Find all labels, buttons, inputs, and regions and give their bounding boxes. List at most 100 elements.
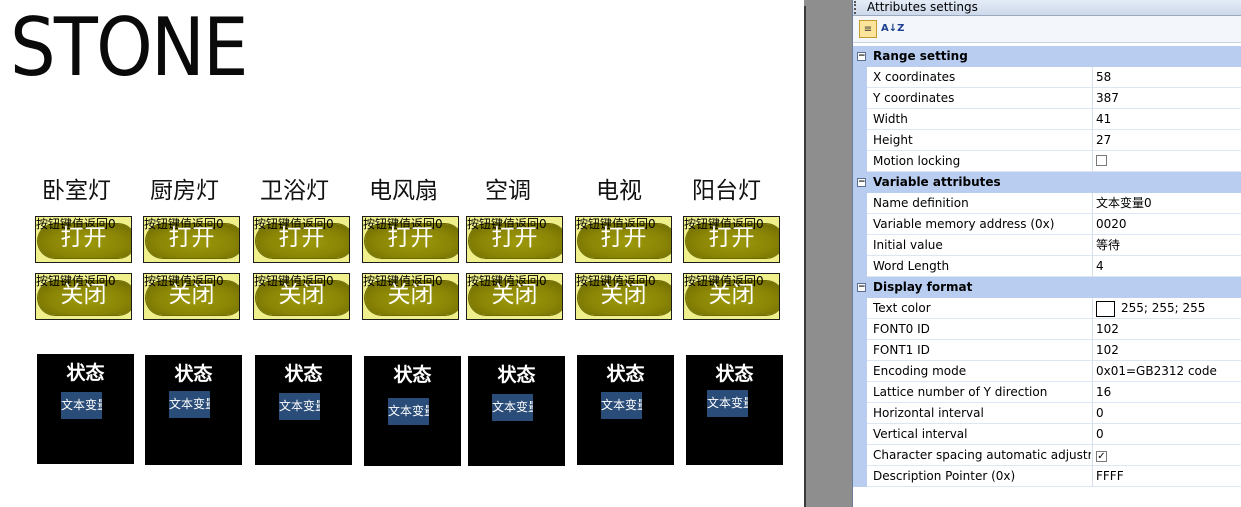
property-row[interactable]: Vertical interval 0 xyxy=(853,424,1241,445)
property-value-cell[interactable]: 0 xyxy=(1096,403,1104,423)
property-value[interactable]: 102 xyxy=(1096,343,1119,357)
open-button[interactable]: 按钮键值返回0 打开 xyxy=(362,216,459,263)
property-group[interactable]: − Variable attributes xyxy=(853,172,1241,193)
checkbox[interactable] xyxy=(1096,155,1107,166)
status-box[interactable]: 状态文本变量 xyxy=(686,355,783,465)
property-value[interactable]: 41 xyxy=(1096,112,1111,126)
text-variable[interactable]: 文本变量 xyxy=(707,390,748,417)
status-box[interactable]: 状态文本变量 xyxy=(364,356,461,466)
categorized-icon[interactable]: ≡ xyxy=(859,20,877,38)
property-value-cell[interactable]: 27 xyxy=(1096,130,1111,150)
text-variable[interactable]: 文本变量 xyxy=(279,393,320,420)
property-value-cell[interactable]: 0 xyxy=(1096,424,1104,444)
property-value-cell[interactable]: FFFF xyxy=(1096,466,1124,486)
close-button[interactable]: 按钮键值返回0 关闭 xyxy=(362,273,459,320)
property-row[interactable]: X coordinates 58 xyxy=(853,67,1241,88)
text-variable[interactable]: 文本变量 xyxy=(492,394,533,421)
property-value[interactable]: 58 xyxy=(1096,70,1111,84)
property-row[interactable]: Width 41 xyxy=(853,109,1241,130)
open-button[interactable]: 按钮键值返回0 打开 xyxy=(253,216,350,263)
property-row[interactable]: FONT0 ID 102 xyxy=(853,319,1241,340)
row-margin xyxy=(853,109,867,130)
close-button[interactable]: 按钮键值返回0 关闭 xyxy=(683,273,780,320)
property-value[interactable]: 文本变量0 xyxy=(1096,196,1152,210)
property-value-cell[interactable]: 4 xyxy=(1096,256,1104,276)
property-row[interactable]: Height 27 xyxy=(853,130,1241,151)
property-value[interactable]: 0 xyxy=(1096,427,1104,441)
property-value[interactable]: 387 xyxy=(1096,91,1119,105)
property-row[interactable]: Lattice number of Y direction 16 xyxy=(853,382,1241,403)
property-row[interactable]: Name definition 文本变量0 xyxy=(853,193,1241,214)
text-variable[interactable]: 文本变量 xyxy=(169,391,210,418)
open-button[interactable]: 按钮键值返回0 打开 xyxy=(575,216,672,263)
property-value-cell[interactable]: 58 xyxy=(1096,67,1111,87)
collapse-icon[interactable]: − xyxy=(857,52,866,61)
property-value[interactable]: 0x01=GB2312 code xyxy=(1096,364,1217,378)
open-button[interactable]: 按钮键值返回0 打开 xyxy=(683,216,780,263)
property-value[interactable]: 0020 xyxy=(1096,217,1127,231)
property-value-cell[interactable] xyxy=(1096,151,1107,172)
property-value-cell[interactable]: 102 xyxy=(1096,340,1119,360)
property-row[interactable]: Description Pointer (0x) FFFF xyxy=(853,466,1241,487)
row-margin xyxy=(853,256,867,277)
property-value-cell[interactable]: 16 xyxy=(1096,382,1111,402)
property-name: Width xyxy=(873,112,908,126)
property-value-cell[interactable]: 等待 xyxy=(1096,235,1120,255)
button-label: 打开 xyxy=(708,225,755,251)
property-row[interactable]: Encoding mode 0x01=GB2312 code xyxy=(853,361,1241,382)
property-value-cell[interactable]: 文本变量0 xyxy=(1096,193,1152,213)
sort-az-icon[interactable]: A↓Z xyxy=(881,20,904,38)
status-box[interactable]: 状态文本变量 xyxy=(255,355,352,465)
color-swatch[interactable] xyxy=(1096,300,1115,317)
property-value[interactable]: 等待 xyxy=(1096,238,1120,252)
text-variable[interactable]: 文本变量 xyxy=(388,398,429,425)
close-button[interactable]: 按钮键值返回0 关闭 xyxy=(253,273,350,320)
property-value-cell[interactable]: ✓ xyxy=(1096,445,1107,465)
property-value[interactable]: 4 xyxy=(1096,259,1104,273)
close-button[interactable]: 按钮键值返回0 关闭 xyxy=(143,273,240,320)
property-group[interactable]: − Range setting xyxy=(853,46,1241,67)
property-value: 255; 255; 255 xyxy=(1121,301,1206,315)
property-value-cell[interactable]: 255; 255; 255 xyxy=(1096,298,1205,318)
property-group[interactable]: − Display format xyxy=(853,277,1241,298)
close-button[interactable]: 按钮键值返回0 关闭 xyxy=(35,273,132,320)
grip-icon[interactable] xyxy=(854,1,858,14)
property-value-cell[interactable]: 102 xyxy=(1096,319,1119,339)
status-label: 状态 xyxy=(174,363,213,385)
property-value-cell[interactable]: 0x01=GB2312 code xyxy=(1096,361,1217,381)
text-variable[interactable]: 文本变量 xyxy=(61,392,102,419)
text-variable[interactable]: 文本变量 xyxy=(601,392,642,419)
property-row[interactable]: FONT1 ID 102 xyxy=(853,340,1241,361)
property-value-cell[interactable]: 0020 xyxy=(1096,214,1127,234)
checkbox[interactable]: ✓ xyxy=(1096,451,1107,462)
open-button[interactable]: 按钮键值返回0 打开 xyxy=(143,216,240,263)
property-value-cell[interactable]: 387 xyxy=(1096,88,1119,108)
property-value[interactable]: 102 xyxy=(1096,322,1119,336)
property-value[interactable]: 0 xyxy=(1096,406,1104,420)
status-box[interactable]: 状态文本变量 xyxy=(37,354,134,464)
property-name: Name definition xyxy=(873,196,969,210)
status-box[interactable]: 状态文本变量 xyxy=(468,356,565,466)
property-row[interactable]: Variable memory address (0x) 0020 xyxy=(853,214,1241,235)
property-row[interactable]: Horizontal interval 0 xyxy=(853,403,1241,424)
property-value[interactable]: FFFF xyxy=(1096,469,1124,483)
collapse-icon[interactable]: − xyxy=(857,178,866,187)
close-button[interactable]: 按钮键值返回0 关闭 xyxy=(466,273,563,320)
property-row[interactable]: Initial value 等待 xyxy=(853,235,1241,256)
collapse-icon[interactable]: − xyxy=(857,283,866,292)
property-row[interactable]: Y coordinates 387 xyxy=(853,88,1241,109)
property-row[interactable]: Word Length 4 xyxy=(853,256,1241,277)
open-button[interactable]: 按钮键值返回0 打开 xyxy=(466,216,563,263)
status-box[interactable]: 状态文本变量 xyxy=(577,355,674,465)
property-row[interactable]: Motion locking xyxy=(853,151,1241,172)
open-button[interactable]: 按钮键值返回0 打开 xyxy=(35,216,132,263)
property-row[interactable]: Character spacing automatic adjustment ✓ xyxy=(853,445,1241,466)
property-value[interactable]: 16 xyxy=(1096,385,1111,399)
canvas-shadow-edge xyxy=(804,6,806,507)
property-value[interactable]: 27 xyxy=(1096,133,1111,147)
close-button[interactable]: 按钮键值返回0 关闭 xyxy=(575,273,672,320)
property-row[interactable]: Text color 255; 255; 255 xyxy=(853,298,1241,319)
property-value-cell[interactable]: 41 xyxy=(1096,109,1111,129)
design-canvas[interactable]: STONE 卧室灯按钮键值返回0打开按钮键值返回0关闭状态文本变量 厨房灯按钮键值… xyxy=(0,0,804,507)
status-box[interactable]: 状态文本变量 xyxy=(145,355,242,465)
